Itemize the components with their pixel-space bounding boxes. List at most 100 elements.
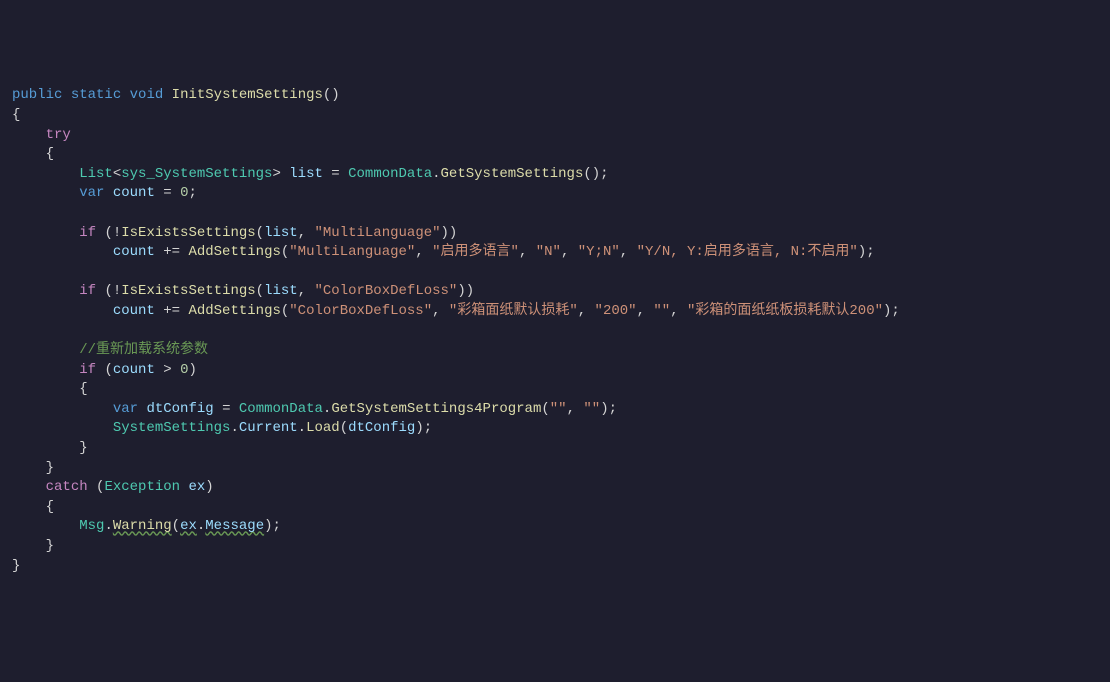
method-name: InitSystemSettings xyxy=(172,87,323,103)
paren-close: ) xyxy=(205,479,213,495)
paren-close: ); xyxy=(883,303,900,319)
keyword-var: var xyxy=(113,401,138,417)
code-editor[interactable]: public static void InitSystemSettings(){… xyxy=(12,86,1098,576)
var-count: count xyxy=(113,362,155,378)
type-msg: Msg xyxy=(79,518,104,534)
string-literal: "彩箱面纸默认损耗" xyxy=(449,303,578,319)
op-not: ! xyxy=(113,225,121,241)
semicolon: ; xyxy=(188,185,196,201)
var-count: count xyxy=(113,185,155,201)
comma: , xyxy=(298,225,315,241)
string-literal: "" xyxy=(550,401,567,417)
var-list: list xyxy=(264,225,298,241)
comma: , xyxy=(561,244,578,260)
code-line: var dtConfig = CommonData.GetSystemSetti… xyxy=(12,400,1098,420)
keyword-if: if xyxy=(79,362,96,378)
keyword-void: void xyxy=(130,87,164,103)
code-line: if (!IsExistsSettings(list, "MultiLangua… xyxy=(12,224,1098,244)
code-line: { xyxy=(12,106,1098,126)
code-line: } xyxy=(12,439,1098,459)
string-literal: "彩箱的面纸纸板损耗默认200" xyxy=(687,303,883,319)
open-brace: { xyxy=(12,107,20,123)
comma: , xyxy=(298,283,315,299)
generic-type: sys_SystemSettings xyxy=(121,166,272,182)
comma: , xyxy=(620,244,637,260)
string-literal: "启用多语言" xyxy=(432,244,519,260)
close-brace: } xyxy=(79,440,87,456)
method-call: IsExistsSettings xyxy=(121,225,255,241)
comma: , xyxy=(519,244,536,260)
string-literal: "" xyxy=(583,401,600,417)
code-line: public static void InitSystemSettings() xyxy=(12,86,1098,106)
paren-open: ( xyxy=(541,401,549,417)
angle-close: > xyxy=(272,166,280,182)
comma: , xyxy=(578,303,595,319)
comma: , xyxy=(567,401,584,417)
string-literal: "ColorBoxDefLoss" xyxy=(289,303,432,319)
code-line: count += AddSettings("MultiLanguage", "启… xyxy=(12,243,1098,263)
string-literal: "" xyxy=(653,303,670,319)
string-literal: "MultiLanguage" xyxy=(315,225,441,241)
blank-line xyxy=(12,204,1098,224)
op-eq: = xyxy=(155,185,180,201)
angle-open: < xyxy=(113,166,121,182)
keyword-var: var xyxy=(79,185,104,201)
type-systemsettings: SystemSettings xyxy=(113,420,231,436)
string-literal: "N" xyxy=(536,244,561,260)
parens-close: )) xyxy=(457,283,474,299)
dot: . xyxy=(104,518,112,534)
blank-line xyxy=(12,322,1098,342)
code-line: count += AddSettings("ColorBoxDefLoss", … xyxy=(12,302,1098,322)
parens: (); xyxy=(583,166,608,182)
open-brace: { xyxy=(79,381,87,397)
op-pluseq: += xyxy=(155,244,189,260)
paren-open: ( xyxy=(104,362,112,378)
code-line: catch (Exception ex) xyxy=(12,478,1098,498)
paren-close: ); xyxy=(600,401,617,417)
open-brace: { xyxy=(46,499,54,515)
method-call: AddSettings xyxy=(188,303,280,319)
code-line: { xyxy=(12,380,1098,400)
keyword-if: if xyxy=(79,225,96,241)
op-not: ! xyxy=(113,283,121,299)
blank-line xyxy=(12,263,1098,283)
prop-message: Message xyxy=(205,518,264,534)
type-commondata: CommonData xyxy=(239,401,323,417)
method-call: AddSettings xyxy=(188,244,280,260)
paren-close: ); xyxy=(415,420,432,436)
code-line: if (count > 0) xyxy=(12,361,1098,381)
parens-close: )) xyxy=(441,225,458,241)
comment: //重新加载系统参数 xyxy=(79,342,208,358)
type-exception: Exception xyxy=(104,479,180,495)
keyword-if: if xyxy=(79,283,96,299)
code-line: } xyxy=(12,537,1098,557)
type-commondata: CommonData xyxy=(348,166,432,182)
code-line: { xyxy=(12,145,1098,165)
string-literal: "Y;N" xyxy=(578,244,620,260)
open-brace: { xyxy=(46,146,54,162)
parens: () xyxy=(323,87,340,103)
op-pluseq: += xyxy=(155,303,189,319)
var-ex: ex xyxy=(188,479,205,495)
dot: . xyxy=(230,420,238,436)
var-dtconfig: dtConfig xyxy=(348,420,415,436)
string-literal: "Y/N, Y:启用多语言, N:不启用" xyxy=(637,244,858,260)
paren-close: ) xyxy=(188,362,196,378)
dot: . xyxy=(298,420,306,436)
string-literal: "200" xyxy=(595,303,637,319)
paren-close: ); xyxy=(858,244,875,260)
type-list: List xyxy=(79,166,113,182)
comma: , xyxy=(432,303,449,319)
dot: . xyxy=(432,166,440,182)
method-call: GetSystemSettings xyxy=(441,166,584,182)
op-eq: = xyxy=(222,401,230,417)
var-count: count xyxy=(113,244,155,260)
comma: , xyxy=(670,303,687,319)
paren-open: ( xyxy=(340,420,348,436)
prop-current: Current xyxy=(239,420,298,436)
paren-close: ); xyxy=(264,518,281,534)
close-brace: } xyxy=(46,460,54,476)
keyword-catch: catch xyxy=(46,479,88,495)
keyword-static: static xyxy=(71,87,121,103)
keyword-try: try xyxy=(46,127,71,143)
